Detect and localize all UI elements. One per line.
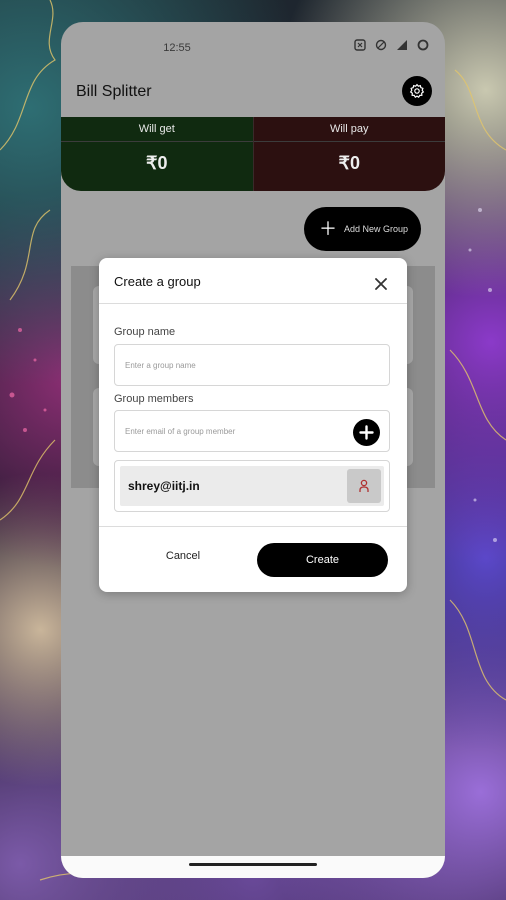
add-new-group-button[interactable]: ＋ Add New Group <box>304 207 421 251</box>
group-name-field <box>114 344 390 386</box>
member-list: shrey@iitj.in <box>114 460 390 512</box>
add-member-button[interactable] <box>353 419 380 446</box>
close-button[interactable] <box>372 275 390 293</box>
status-icons <box>354 39 429 51</box>
nfc-icon <box>354 39 366 51</box>
will-get-panel: Will get ₹0 <box>61 117 253 191</box>
dialog-title: Create a group <box>114 274 201 289</box>
battery-icon <box>417 39 429 51</box>
will-pay-amount: ₹0 <box>338 153 360 173</box>
balance-summary: Will get ₹0 Will pay ₹0 <box>61 117 445 191</box>
create-group-dialog: Create a group Group name Group members … <box>99 258 407 592</box>
plus-icon: ＋ <box>319 219 337 239</box>
will-get-amount: ₹0 <box>146 153 168 173</box>
add-new-group-label: Add New Group <box>344 224 409 234</box>
member-email: shrey@iitj.in <box>128 479 200 493</box>
app-title: Bill Splitter <box>76 83 152 100</box>
no-signal-icon <box>375 39 387 51</box>
will-pay-panel: Will pay ₹0 <box>252 117 445 191</box>
cellular-signal-icon <box>397 40 407 50</box>
cancel-button[interactable]: Cancel <box>147 550 219 570</box>
will-pay-label: Will pay <box>253 117 445 142</box>
status-bar: 12:55 <box>61 22 445 70</box>
group-members-label: Group members <box>114 393 194 405</box>
group-name-input[interactable] <box>125 345 345 385</box>
app-bar: Bill Splitter <box>61 72 445 118</box>
gear-icon <box>409 83 425 99</box>
group-name-label: Group name <box>114 326 176 338</box>
settings-button[interactable] <box>402 76 432 106</box>
home-gesture-handle[interactable] <box>189 863 317 866</box>
will-get-label: Will get <box>61 117 253 142</box>
member-email-field <box>114 410 390 452</box>
status-time: 12:55 <box>163 42 191 54</box>
list-item: shrey@iitj.in <box>120 466 384 506</box>
dialog-footer-divider <box>99 526 407 527</box>
create-button[interactable]: Create <box>257 543 388 577</box>
close-icon <box>375 278 387 290</box>
remove-member-button[interactable] <box>347 469 381 503</box>
person-icon <box>359 479 369 492</box>
plus-icon <box>359 425 374 440</box>
dialog-header-divider <box>99 303 407 304</box>
member-email-input[interactable] <box>125 411 345 451</box>
navigation-bar <box>61 856 445 878</box>
